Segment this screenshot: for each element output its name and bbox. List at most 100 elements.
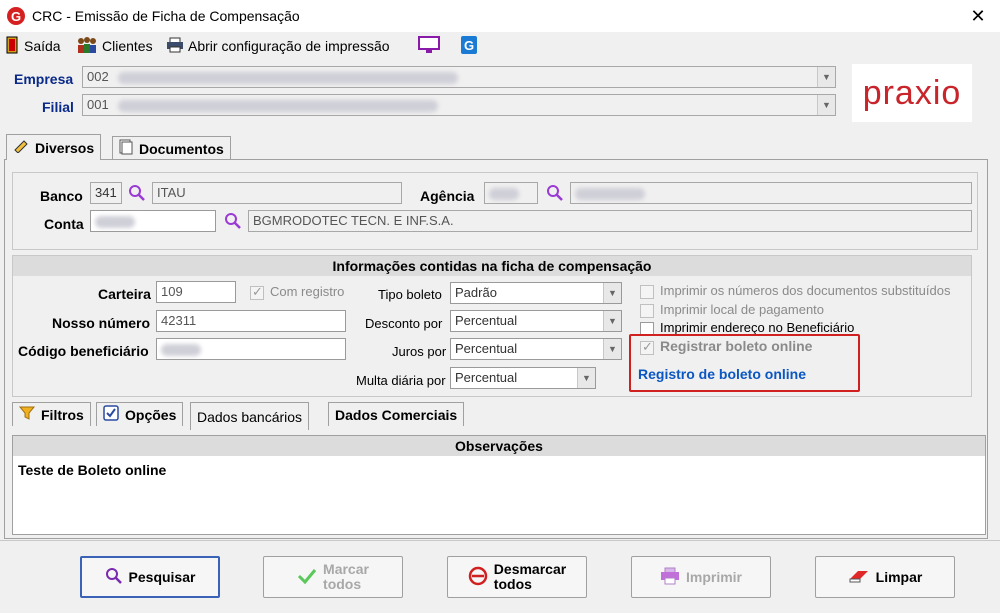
tab-documentos[interactable]: Documentos	[112, 136, 231, 160]
clients-label: Clientes	[102, 38, 153, 54]
tab-opcoes-label: Opções	[125, 406, 177, 423]
desmarcar-label-1: Desmarcar	[493, 561, 567, 577]
multa-select[interactable]: Percentual ▼	[450, 367, 596, 389]
desmarcar-todos-button[interactable]: Desmarcar todos	[447, 556, 587, 598]
agency-name-field	[570, 182, 972, 204]
eraser-icon	[848, 568, 870, 587]
opt-local-checkbox[interactable]	[640, 302, 654, 318]
nosso-numero-label: Nosso número	[52, 315, 151, 331]
document-icon	[119, 139, 133, 158]
account-field[interactable]	[90, 210, 216, 232]
imprimir-label: Imprimir	[685, 569, 742, 585]
no-icon	[468, 566, 488, 589]
tab-dados-bancarios-label: Dados bancários	[197, 408, 303, 425]
tab-filtros[interactable]: Filtros	[12, 402, 91, 426]
com-registro-label: Com registro	[270, 284, 345, 299]
observacoes-title: Observações	[13, 436, 985, 456]
pencil-icon	[13, 139, 29, 156]
com-registro-checkbox[interactable]	[250, 284, 264, 300]
exit-label: Saída	[24, 38, 61, 54]
svg-text:G: G	[11, 9, 21, 24]
branch-label: Filial	[42, 99, 74, 115]
account-label: Conta	[44, 216, 84, 232]
ficha-title: Informações contidas na ficha de compens…	[13, 256, 971, 276]
observacoes-textarea[interactable]: Teste de Boleto online	[13, 456, 985, 534]
checkbox-icon	[640, 284, 654, 299]
desconto-select[interactable]: Percentual ▼	[450, 310, 622, 332]
tab-diversos-label: Diversos	[35, 139, 95, 156]
opt-substituidos-label: Imprimir os números dos documentos subst…	[660, 283, 951, 298]
agency-field[interactable]	[484, 182, 538, 204]
print-config-label: Abrir configuração de impressão	[188, 38, 390, 54]
multa-value: Percentual	[455, 370, 518, 385]
opt-endereco-label: Imprimir endereço no Beneficiário	[660, 320, 855, 335]
checkbox-checked-icon	[103, 405, 119, 424]
tipo-boleto-select[interactable]: Padrão ▼	[450, 282, 622, 304]
clients-menu-item[interactable]: Clientes	[76, 36, 153, 56]
carteira-field[interactable]: 109	[156, 281, 236, 303]
printer-icon	[166, 37, 184, 56]
juros-select[interactable]: Percentual ▼	[450, 338, 622, 360]
checkbox-icon	[640, 303, 654, 318]
praxio-logo: praxio	[852, 64, 972, 122]
opt-registrar-label: Registrar boleto online	[660, 338, 813, 354]
search-account-icon[interactable]	[224, 212, 242, 230]
exit-menu-item[interactable]: Saída	[6, 36, 61, 56]
company-value: 002	[87, 69, 109, 84]
print-config-menu-item[interactable]: Abrir configuração de impressão	[166, 36, 390, 56]
pesquisar-label: Pesquisar	[128, 569, 196, 585]
exit-icon	[6, 36, 20, 57]
chevron-down-icon: ▼	[603, 339, 621, 359]
printer-icon	[660, 567, 680, 588]
bank-code-field[interactable]: 341	[90, 182, 122, 204]
tab-dados-bancarios[interactable]: Dados bancários	[190, 402, 310, 430]
close-button[interactable]: ✕	[966, 4, 990, 28]
chevron-down-icon: ▼	[603, 283, 621, 303]
bank-label: Banco	[40, 188, 83, 204]
clients-icon	[76, 36, 98, 57]
limpar-label: Limpar	[875, 569, 923, 585]
tipo-boleto-label: Tipo boleto	[378, 287, 442, 302]
search-icon	[105, 567, 123, 588]
chevron-down-icon: ▼	[577, 368, 595, 388]
filter-icon	[18, 405, 36, 424]
branch-value: 001	[87, 97, 109, 112]
check-icon	[297, 567, 317, 588]
tab-opcoes[interactable]: Opções	[96, 402, 184, 426]
nosso-numero-field[interactable]: 42311	[156, 310, 346, 332]
tab-dados-comerciais[interactable]: Dados Comerciais	[328, 402, 465, 426]
checkbox-icon	[640, 339, 654, 355]
logo-text: praxio	[862, 73, 962, 112]
account-holder-field: BGMRODOTEC TECN. E INF.S.A.	[248, 210, 972, 232]
imprimir-button[interactable]: Imprimir	[631, 556, 771, 598]
branch-select[interactable]: 001 ▼	[82, 94, 836, 116]
carteira-label: Carteira	[98, 286, 151, 302]
codigo-beneficiario-label: Código beneficiário	[18, 343, 149, 359]
pesquisar-button[interactable]: Pesquisar	[80, 556, 220, 598]
tab-filtros-label: Filtros	[41, 406, 84, 423]
bank-name-field: ITAU	[152, 182, 402, 204]
limpar-button[interactable]: Limpar	[815, 556, 955, 598]
marcar-todos-button[interactable]: Marcar todos	[263, 556, 403, 598]
checkbox-icon	[250, 284, 264, 300]
tab-documentos-label: Documentos	[139, 140, 224, 157]
tab-diversos[interactable]: Diversos	[6, 134, 102, 160]
opt-registrar-checkbox[interactable]	[640, 339, 654, 355]
search-bank-icon[interactable]	[128, 184, 146, 202]
tab-dados-comerciais-label: Dados Comerciais	[335, 406, 458, 423]
monitor-icon[interactable]	[418, 35, 440, 55]
opt-local-label: Imprimir local de pagamento	[660, 302, 825, 317]
codigo-beneficiario-field[interactable]	[156, 338, 346, 360]
chevron-down-icon: ▼	[817, 67, 835, 87]
footer-divider	[0, 540, 1000, 541]
globus-icon[interactable]: G	[460, 35, 478, 55]
registro-online-link[interactable]: Registro de boleto online	[638, 366, 806, 382]
company-select[interactable]: 002 ▼	[82, 66, 836, 88]
tipo-boleto-value: Padrão	[455, 285, 497, 300]
search-agency-icon[interactable]	[546, 184, 564, 202]
window-title: CRC - Emissão de Ficha de Compensação	[32, 8, 300, 24]
marcar-label-1: Marcar	[323, 561, 369, 577]
marcar-label-2: todos	[323, 576, 362, 592]
multa-label: Multa diária por	[356, 373, 446, 388]
opt-substituidos-checkbox[interactable]	[640, 283, 654, 299]
